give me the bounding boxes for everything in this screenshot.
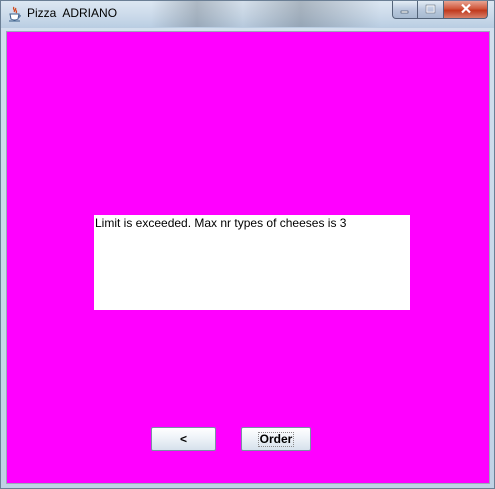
back-button-label: < — [179, 432, 187, 446]
main-panel: Limit is exceeded. Max nr types of chees… — [6, 31, 490, 484]
window-title: Pizza ADRIANO — [27, 6, 118, 20]
order-button-label: Order — [257, 431, 295, 447]
title-bar[interactable]: Pizza ADRIANO — [1, 1, 494, 28]
close-icon — [460, 1, 472, 19]
message-text-area[interactable]: Limit is exceeded. Max nr types of chees… — [94, 215, 410, 310]
order-button[interactable]: Order — [241, 427, 311, 451]
minimize-button[interactable] — [392, 1, 418, 19]
back-button[interactable]: < — [151, 427, 216, 451]
maximize-button[interactable] — [418, 1, 444, 19]
java-cup-icon — [8, 6, 22, 22]
window-controls — [392, 1, 488, 20]
app-window: Pizza ADRIANO Limit is exceeded. Max nr … — [0, 0, 495, 489]
maximize-icon — [425, 1, 436, 19]
title-bar-shading — [151, 1, 381, 27]
close-button[interactable] — [444, 1, 488, 19]
minimize-icon — [400, 1, 410, 19]
